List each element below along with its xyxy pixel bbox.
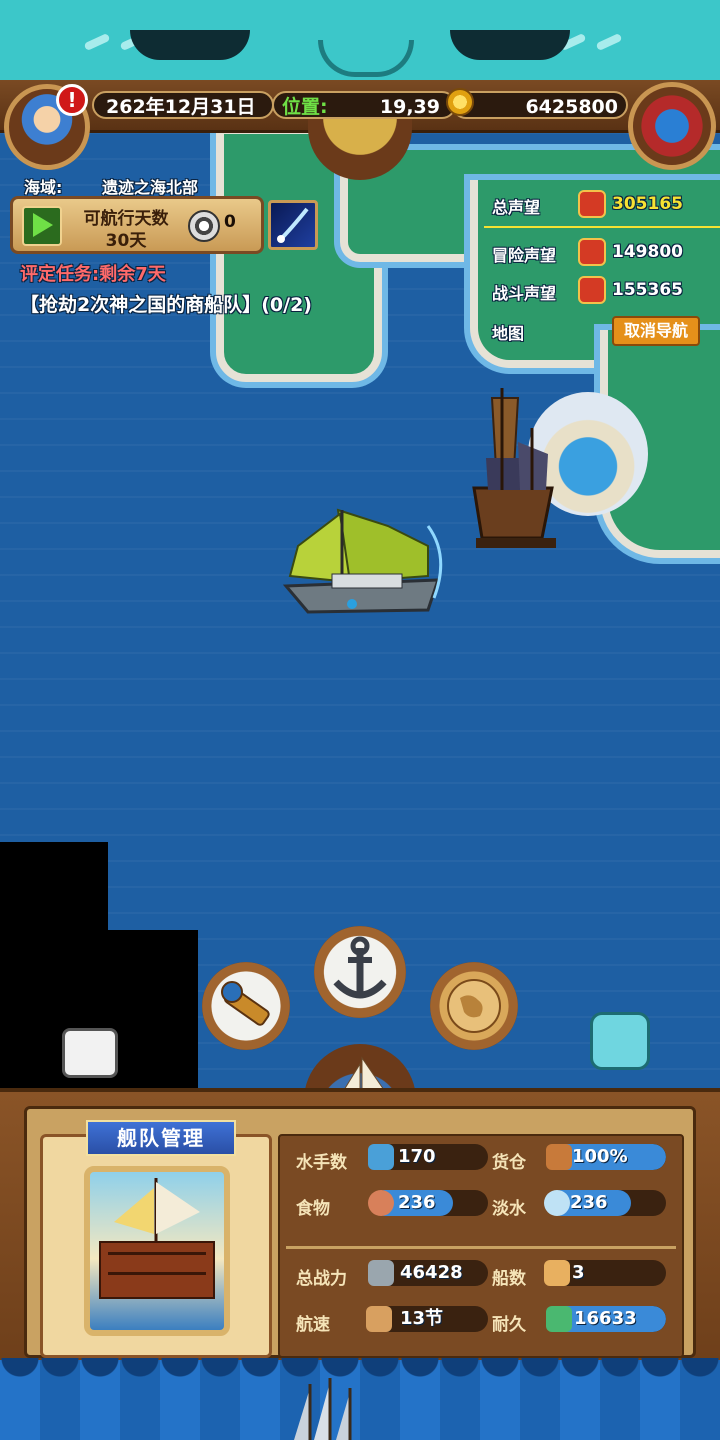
fleet-ship-cutaway-icon [99, 1178, 215, 1299]
character-eye [130, 30, 250, 60]
stat-water-value: 236 [570, 1192, 608, 1213]
character-eye [450, 30, 570, 60]
sea-area-value: 遗迹之海北部 [102, 178, 199, 197]
rep-adventure-label: 冒险声望 [492, 246, 557, 265]
position-value: 19,39 [379, 96, 440, 118]
telescope-button[interactable] [202, 962, 290, 1050]
anchor-button[interactable] [314, 926, 406, 1018]
date-display: 262年12月31日 [92, 91, 274, 119]
sail-days-value: 30天 [105, 231, 147, 251]
position-display: 位置: 19,39 [272, 91, 456, 119]
rep-battle-value: 155365 [612, 280, 683, 300]
world-map-button[interactable] [430, 962, 518, 1050]
speed-ship-icon [366, 1306, 392, 1332]
anchor-icon [333, 936, 387, 999]
alert-icon[interactable]: ! [56, 84, 88, 116]
fleet-management-title[interactable]: 舰队管理 [86, 1120, 236, 1156]
rep-total-label: 总声望 [492, 198, 541, 217]
gold-coin-icon [446, 88, 474, 116]
stats-divider [286, 1246, 676, 1249]
gold-amount: 6425800 [525, 96, 618, 118]
meat-icon [368, 1190, 394, 1216]
treasure-chest-icon[interactable] [628, 82, 716, 170]
silver-coin-icon [188, 210, 220, 242]
sea-area-label: 海域: [24, 178, 63, 197]
bottom-ship-icon [294, 1378, 352, 1440]
sailor-icon [368, 1144, 394, 1170]
position-label: 位置: [282, 96, 328, 118]
coin-count: 0 [224, 212, 236, 232]
reputation-divider [484, 226, 720, 228]
comet-skill-button[interactable] [268, 200, 318, 250]
quest-timer: 评定任务:剩余7天 [20, 264, 166, 285]
top-character-banner [0, 0, 720, 80]
stat-durability-label: 耐久 [492, 1315, 526, 1335]
stat-power-label: 总战力 [296, 1269, 347, 1289]
cyan-cat-mascot [590, 1012, 650, 1070]
play-icon [33, 213, 53, 237]
stat-cargo-value: 100% [572, 1146, 628, 1167]
crossed-swords-icon [368, 1260, 394, 1286]
stat-speed-label: 航速 [296, 1315, 330, 1335]
stat-power-value: 46428 [400, 1262, 463, 1283]
player-ship[interactable] [278, 506, 450, 618]
stat-water-label: 淡水 [492, 1199, 526, 1219]
water-jug-icon [544, 1190, 570, 1216]
adventure-reputation-icon [578, 238, 606, 266]
stat-ships-label: 船数 [492, 1269, 526, 1289]
durability-icon [546, 1306, 572, 1332]
ship-count-icon [544, 1260, 570, 1286]
rep-adventure-value: 149800 [612, 242, 683, 262]
map-label: 地图 [492, 324, 525, 343]
total-reputation-icon [578, 190, 606, 218]
merchant-ships[interactable] [462, 378, 562, 570]
gold-display: 6425800 [452, 91, 628, 119]
globe-map-icon [447, 979, 501, 1033]
crate-icon [546, 1144, 572, 1170]
stat-food-value: 236 [398, 1192, 436, 1213]
telescope-icon [221, 981, 270, 1026]
cancel-navigation-button[interactable]: 取消导航 [612, 316, 700, 346]
occluded-region [108, 930, 198, 1092]
comet-icon [277, 207, 309, 243]
stripe-decoration [595, 32, 623, 52]
stat-sailors-value: 170 [398, 1146, 436, 1167]
stat-sailors-label: 水手数 [296, 1153, 347, 1173]
wave-crest [0, 1358, 720, 1378]
stripe-decoration [83, 32, 111, 52]
quest-text[interactable]: 【抢劫2次神之国的商船队】(0/2) [20, 290, 312, 317]
rep-total-value: 305165 [612, 194, 683, 214]
stat-speed-value: 13节 [400, 1308, 444, 1329]
stat-food-label: 食物 [296, 1199, 330, 1219]
character-mouth [318, 40, 414, 77]
stat-cargo-label: 货仓 [492, 1153, 526, 1173]
stat-durability-value: 16633 [574, 1308, 637, 1329]
battle-reputation-icon [578, 276, 606, 304]
stat-ships-value: 3 [572, 1262, 585, 1283]
fleet-ship-preview[interactable] [84, 1166, 230, 1336]
rep-battle-label: 战斗声望 [492, 284, 557, 303]
white-cube-mascot [62, 1028, 118, 1078]
